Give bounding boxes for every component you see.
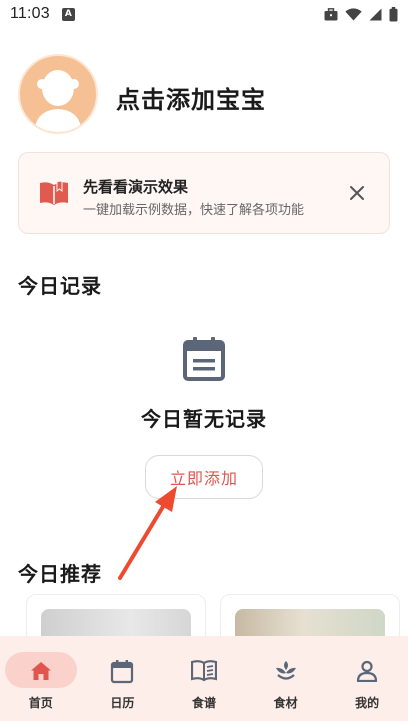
sprout-icon [275,661,296,680]
today-record-title: 今日记录 [18,274,102,298]
status-icons [324,6,398,22]
home-icon [30,662,51,680]
calendar-icon [111,659,134,683]
nav-home[interactable]: 首页 [0,636,82,721]
add-now-button[interactable]: 立即添加 [145,455,263,499]
demo-subtitle: 一键加载示例数据，快速了解各项功能 [83,203,305,218]
status-a-badge: A [61,7,75,21]
nav-mine[interactable]: 我的 [326,636,408,721]
nav-label: 我的 [355,696,380,710]
nav-ingredient[interactable]: 食材 [245,636,327,721]
demo-title: 先看看演示效果 [83,178,189,196]
wifi-icon [345,7,362,20]
today-recommend-title: 今日推荐 [18,562,102,586]
person-icon [357,660,378,682]
nav-label: 食材 [273,696,298,710]
briefcase-icon [324,7,338,20]
nav-recipe[interactable]: 食谱 [163,636,245,721]
calendar-empty-icon [183,337,225,381]
nav-label: 首页 [28,696,53,710]
status-time: 11:03 [10,5,50,22]
baby-silhouette-icon [34,70,82,132]
book-icon [40,181,68,205]
battery-icon [389,6,398,21]
nav-calendar[interactable]: 日历 [82,636,164,721]
add-baby-title[interactable]: 点击添加宝宝 [116,80,266,115]
nav-label: 日历 [110,696,135,710]
demo-card[interactable]: 先看看演示效果 一键加载示例数据，快速了解各项功能 [18,152,390,234]
status-bar: 11:03 A [0,0,408,28]
recipe-book-icon [190,660,217,682]
baby-avatar[interactable] [18,54,98,134]
empty-record-text: 今日暂无记录 [141,407,267,431]
close-icon[interactable] [349,185,365,201]
signal-icon [369,8,382,20]
nav-label: 食谱 [191,696,216,710]
bottom-nav: 首页 日历 食谱 食材 我的 [0,636,408,721]
